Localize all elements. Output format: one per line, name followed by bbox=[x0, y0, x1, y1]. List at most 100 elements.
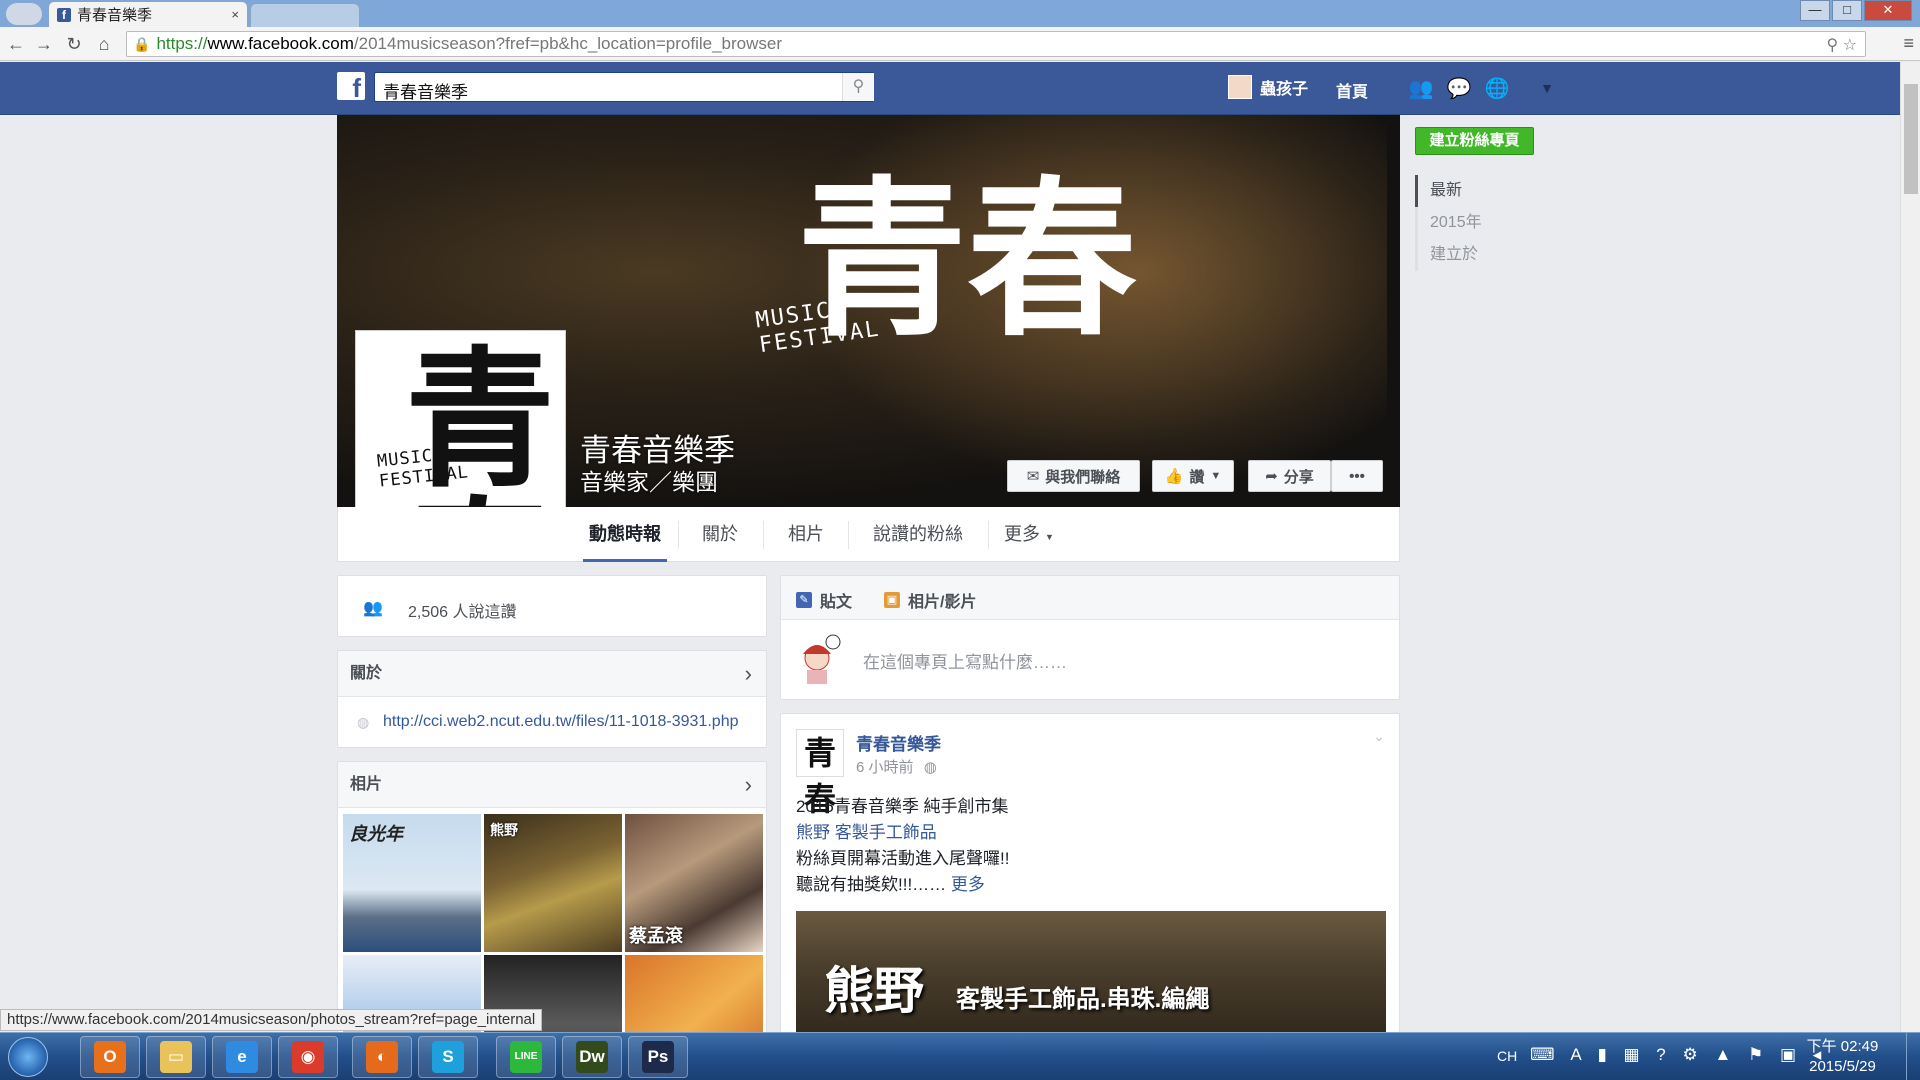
tab-divider bbox=[763, 521, 764, 549]
facebook-logo-icon[interactable]: f bbox=[337, 72, 365, 103]
chevron-right-icon: › bbox=[744, 661, 752, 686]
start-button[interactable] bbox=[8, 1037, 48, 1077]
lock-icon: 🔒 bbox=[133, 35, 151, 52]
skype-icon: S bbox=[432, 1041, 464, 1073]
photo-thumbnail[interactable] bbox=[625, 955, 763, 1040]
post-author-avatar[interactable]: 青春 bbox=[796, 729, 844, 818]
taskbar-app-ie[interactable]: e bbox=[212, 1036, 272, 1078]
taskbar-app-chrome[interactable]: ◉ bbox=[278, 1036, 338, 1078]
photo-caption: 熊野 bbox=[490, 822, 518, 838]
url-path: /2014musicseason?fref=pb&hc_location=pro… bbox=[353, 34, 783, 53]
line-icon: LINE bbox=[510, 1041, 542, 1073]
contact-us-label: 與我們聯絡 bbox=[1045, 468, 1121, 486]
create-page-button[interactable]: 建立粉絲專頁 bbox=[1415, 127, 1534, 155]
taskbar-app-photoshop[interactable]: Ps bbox=[628, 1036, 688, 1078]
more-options-button[interactable]: ••• bbox=[1331, 460, 1383, 492]
post-author-name[interactable]: 青春音樂季 bbox=[856, 730, 941, 755]
photos-card-header[interactable]: 相片 › bbox=[338, 762, 766, 808]
taskbar-app-firefox[interactable]: ◐ bbox=[352, 1036, 412, 1078]
system-tray-icons[interactable]: ⌨ A ▮ ▦ ? ⚙ ▲ ⚑ ▣ ◂ bbox=[1530, 1045, 1827, 1065]
taskbar-app-explorer[interactable]: ▭ bbox=[146, 1036, 206, 1078]
likes-count[interactable]: 2,506 人說這讚 bbox=[408, 598, 517, 622]
composer-avatar bbox=[795, 634, 843, 686]
photoshop-icon: Ps bbox=[642, 1041, 674, 1073]
rail-item-2015[interactable]: 2015年 bbox=[1415, 207, 1555, 239]
facebook-search-input[interactable]: 青春音樂季 bbox=[374, 72, 874, 102]
tab-about[interactable]: 關於 bbox=[688, 507, 752, 562]
contact-us-button[interactable]: ✉ 與我們聯絡 bbox=[1007, 460, 1140, 492]
address-bar[interactable]: 🔒 https:// www.facebook.com /2014musicse… bbox=[126, 31, 1866, 57]
windows-taskbar: O ▭ e ◉ ◐ S LINE Dw Ps CH ⌨ A ▮ ▦ ? ⚙ ▲ ⚑ ▣ ◂ 下午… bbox=[0, 1032, 1920, 1080]
page-scrollbar[interactable] bbox=[1900, 62, 1920, 1032]
post-timestamp[interactable]: 6 小時前 ◍ bbox=[856, 756, 937, 777]
close-window-button[interactable]: ✕ bbox=[1864, 0, 1912, 21]
status-bar-url: https://www.facebook.com/2014musicseason… bbox=[0, 1009, 543, 1031]
post-line: 2015青春音樂季 純手創市集 bbox=[796, 797, 1009, 816]
photo-thumbnail[interactable]: 良光年 bbox=[343, 814, 481, 952]
share-button[interactable]: ➦ 分享 bbox=[1248, 460, 1331, 492]
avatar bbox=[1228, 75, 1252, 99]
window-controls: — □ ✕ bbox=[1798, 0, 1912, 21]
browser-toolbar: ← → ↻ ⌂ 🔒 https:// www.facebook.com /201… bbox=[0, 27, 1920, 61]
show-desktop-button[interactable] bbox=[1906, 1033, 1920, 1080]
tab-more[interactable]: 更多 ▼ bbox=[998, 507, 1060, 562]
url-host: www.facebook.com bbox=[207, 34, 354, 53]
system-clock[interactable]: 下午 02:49 2015/5/29 bbox=[1795, 1037, 1890, 1077]
post-image[interactable]: 熊野 客製手工飾品.串珠.編繩 bbox=[796, 911, 1386, 1042]
forward-arrow-icon[interactable]: → bbox=[32, 32, 56, 56]
notifications-globe-icon[interactable]: 🌐 bbox=[1484, 76, 1510, 100]
taskbar-app-dreamweaver[interactable]: Dw bbox=[562, 1036, 622, 1078]
post-composer: ✎ 貼文 ▣ 相片/影片 在這個專頁上寫點什麼…… bbox=[780, 575, 1400, 700]
post-image-title: 熊野 bbox=[824, 961, 924, 1020]
minimize-button[interactable]: — bbox=[1800, 0, 1830, 21]
post-time-text: 6 小時前 bbox=[856, 759, 914, 776]
composer-tab-post[interactable]: ✎ 貼文 bbox=[796, 588, 852, 612]
home-icon[interactable]: ⌂ bbox=[92, 32, 116, 56]
page-category[interactable]: 音樂家／樂團 bbox=[580, 463, 718, 497]
input-language-indicator[interactable]: CH bbox=[1497, 1048, 1517, 1064]
messages-icon[interactable]: 💬 bbox=[1446, 76, 1472, 100]
website-link[interactable]: http://cci.web2.ncut.edu.tw/files/11-101… bbox=[383, 713, 738, 731]
see-more-link[interactable]: 更多 bbox=[951, 875, 985, 894]
thumbs-up-icon: 👍 bbox=[1164, 468, 1184, 485]
search-icon[interactable]: ⚲ bbox=[842, 73, 874, 101]
back-arrow-icon[interactable]: ← bbox=[4, 32, 28, 56]
tab-photos[interactable]: 相片 bbox=[775, 507, 837, 562]
reload-icon[interactable]: ↻ bbox=[62, 32, 86, 56]
taskbar-app-line[interactable]: LINE bbox=[496, 1036, 556, 1078]
user-name: 蟲孩子 bbox=[1260, 81, 1309, 98]
tab-likes[interactable]: 說讚的粉絲 bbox=[858, 507, 978, 562]
taskbar-app-skype[interactable]: S bbox=[418, 1036, 478, 1078]
about-card: 關於 › ◍ http://cci.web2.ncut.edu.tw/files… bbox=[337, 650, 767, 748]
friend-requests-icon[interactable]: 👥 bbox=[1408, 76, 1434, 100]
composer-tab-photo[interactable]: ▣ 相片/影片 bbox=[884, 588, 976, 612]
scrollbar-thumb[interactable] bbox=[1904, 84, 1918, 194]
composer-input[interactable]: 在這個專頁上寫點什麼…… bbox=[863, 648, 1067, 673]
chevron-down-icon: ▼ bbox=[1210, 470, 1222, 482]
post-options-chevron-icon[interactable]: ⌄ bbox=[1373, 728, 1385, 745]
like-button[interactable]: 👍 讚 ▼ bbox=[1152, 460, 1234, 492]
account-menu-chevron-icon[interactable]: ▼ bbox=[1534, 80, 1560, 104]
rail-item-founded[interactable]: 建立於 bbox=[1415, 239, 1555, 271]
profile-link[interactable]: 蟲孩子 bbox=[1228, 75, 1308, 99]
tab-timeline[interactable]: 動態時報 bbox=[583, 507, 667, 562]
rail-item-recent[interactable]: 最新 bbox=[1415, 175, 1555, 207]
tab-divider bbox=[848, 521, 849, 549]
bookmark-star-icon[interactable]: ⚲ ☆ bbox=[1826, 35, 1857, 55]
browser-profile-icon[interactable] bbox=[6, 3, 42, 25]
maximize-button[interactable]: □ bbox=[1832, 0, 1862, 21]
tab-close-icon[interactable]: × bbox=[231, 7, 239, 22]
photo-thumbnail[interactable]: 蔡孟滾 bbox=[625, 814, 763, 952]
tab-more-label: 更多 bbox=[1004, 524, 1041, 544]
chevron-right-icon: › bbox=[744, 772, 752, 797]
home-link[interactable]: 首頁 bbox=[1336, 78, 1368, 102]
browser-tab-new[interactable] bbox=[250, 3, 360, 27]
about-card-header[interactable]: 關於 › bbox=[338, 651, 766, 697]
chrome-menu-icon[interactable]: ≡ bbox=[1903, 33, 1914, 54]
browser-tab-active[interactable]: f 青春音樂季 × bbox=[48, 1, 248, 27]
post-mention-link[interactable]: 熊野 客製手工飾品 bbox=[796, 820, 1009, 846]
chrome-icon: ◉ bbox=[292, 1041, 324, 1073]
photo-thumbnail[interactable]: 熊野 bbox=[484, 814, 622, 952]
taskbar-app-outlook[interactable]: O bbox=[80, 1036, 140, 1078]
post-line-text: 聽說有抽獎欸!!!…… bbox=[796, 875, 947, 894]
